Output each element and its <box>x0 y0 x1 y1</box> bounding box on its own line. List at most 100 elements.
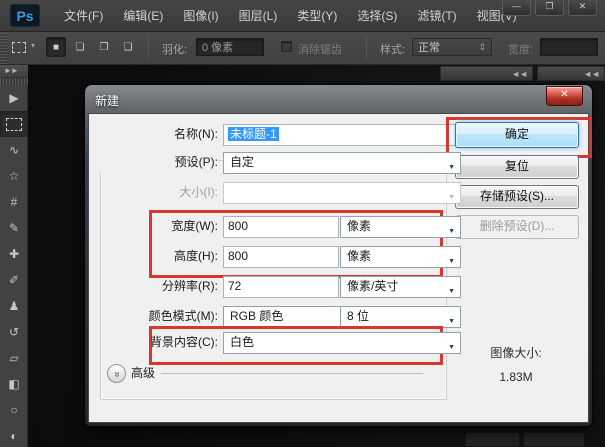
menu-image[interactable]: 图像(I) <box>173 1 228 30</box>
new-document-dialog: 新建 ✕ 名称(N): 未标题-1 确定 复位 存储预设(S)... 删除预设(… <box>85 85 592 426</box>
antialias-checkbox[interactable] <box>281 41 292 52</box>
tool-panel-collapse[interactable]: ►► <box>0 65 28 78</box>
background-dropdown[interactable]: 白色▼ <box>223 332 461 354</box>
bit-depth-dropdown[interactable]: 8 位▼ <box>340 306 461 328</box>
bottom-panel-fragment <box>465 432 520 447</box>
move-tool[interactable]: ▶ <box>0 85 28 111</box>
separator <box>366 36 367 58</box>
separator <box>148 36 149 58</box>
clone-stamp-tool[interactable]: ♟ <box>0 293 28 319</box>
style-value: 正常 <box>418 39 440 55</box>
selected-text: 未标题-1 <box>228 127 279 141</box>
eraser-tool[interactable]: ▱ <box>0 345 28 371</box>
resolution-unit-value: 像素/英寸 <box>347 279 398 293</box>
height-unit-dropdown[interactable]: 像素▼ <box>340 246 461 268</box>
size-dropdown: ▼ <box>223 182 461 204</box>
crop-tool[interactable]: # <box>0 189 28 215</box>
antialias-label: 消除锯齿 <box>298 41 342 57</box>
panel-dock-collapse-2[interactable]: ◄◄ <box>537 66 605 81</box>
chevron-down-icon: ▼ <box>448 223 455 241</box>
photoshop-logo: Ps <box>10 4 40 27</box>
chevron-down-icon: ▼ <box>448 339 455 357</box>
dialog-close-button[interactable]: ✕ <box>546 86 583 106</box>
marquee-tool-preview-icon[interactable] <box>12 42 26 53</box>
menu-layer[interactable]: 图层(L) <box>229 1 288 30</box>
width-input[interactable] <box>540 38 598 56</box>
close-button[interactable]: ✕ <box>568 0 597 16</box>
preset-label: 预设(P): <box>93 152 218 172</box>
gradient-tool[interactable]: ◧ <box>0 371 28 397</box>
width-unit-value: 像素 <box>347 219 371 233</box>
width-input[interactable]: 800 <box>223 216 339 238</box>
options-bar: ▾ ■ ❏ ❐ ❑ 羽化: 0 像素 消除锯齿 样式: 正常 ⇕ 宽度: <box>0 32 605 65</box>
panel-dock-collapse-1[interactable]: ◄◄ <box>440 66 533 81</box>
height-input[interactable]: 800 <box>223 246 339 268</box>
preset-value: 自定 <box>230 155 254 169</box>
advanced-label[interactable]: 高级 <box>131 364 155 382</box>
menu-filter[interactable]: 滤镜(T) <box>407 1 466 30</box>
menu-bar: Ps 文件(F) 编辑(E) 图像(I) 图层(L) 类型(Y) 选择(S) 滤… <box>0 0 605 32</box>
collapse-panel-icon: ◄◄ <box>583 69 599 79</box>
lasso-tool[interactable]: ∿ <box>0 137 28 163</box>
feather-input[interactable]: 0 像素 <box>196 38 264 56</box>
stepper-icon: ⇕ <box>478 42 486 53</box>
marquee-icon <box>6 118 22 131</box>
name-input[interactable]: 未标题-1 <box>223 124 460 146</box>
new-selection-mode-button[interactable]: ■ <box>46 37 66 57</box>
color-mode-label: 颜色模式(M): <box>93 306 218 326</box>
width-label: 宽度: <box>508 41 533 57</box>
image-size-label: 图像大小: <box>455 344 577 361</box>
resolution-input[interactable]: 72 <box>223 276 339 298</box>
dialog-title-bar[interactable]: 新建 <box>88 88 589 113</box>
reset-button[interactable]: 复位 <box>455 155 579 179</box>
advanced-expander-button[interactable]: » <box>107 364 126 383</box>
chevron-down-icon: ▼ <box>448 283 455 301</box>
intersect-selection-mode-button[interactable]: ❑ <box>118 37 138 57</box>
menu-file[interactable]: 文件(F) <box>54 1 113 30</box>
menu-select[interactable]: 选择(S) <box>347 1 407 30</box>
color-mode-value: RGB 颜色 <box>230 309 283 323</box>
eyedropper-tool[interactable]: ✎ <box>0 215 28 241</box>
menu-type[interactable]: 类型(Y) <box>287 1 347 30</box>
menu-edit[interactable]: 编辑(E) <box>113 1 173 30</box>
tool-panel-grip <box>0 78 28 85</box>
color-mode-dropdown[interactable]: RGB 颜色▼ <box>223 306 355 328</box>
delete-preset-button: 删除预设(D)... <box>455 215 579 239</box>
chevron-down-icon: ▼ <box>448 159 455 177</box>
chevron-down-icon: ▼ <box>448 313 455 331</box>
advanced-divider <box>161 373 423 374</box>
chevron-double-down-icon: » <box>109 372 125 377</box>
name-label: 名称(N): <box>93 124 218 144</box>
preset-dropdown[interactable]: 自定 ▼ <box>223 152 461 174</box>
options-bar-grip <box>0 33 7 64</box>
width-unit-dropdown[interactable]: 像素 ▼ <box>340 216 461 238</box>
history-brush-tool[interactable]: ↺ <box>0 319 28 345</box>
size-label: 大小(I): <box>93 182 218 202</box>
magic-wand-tool[interactable]: ☆ <box>0 163 28 189</box>
chevron-down-icon: ▼ <box>448 253 455 271</box>
dodge-tool[interactable]: ◐ <box>0 423 28 447</box>
rectangular-marquee-tool[interactable] <box>0 111 28 137</box>
bottom-panel-fragment <box>523 432 585 447</box>
ok-button[interactable]: 确定 <box>455 122 579 148</box>
style-label: 样式: <box>380 41 405 57</box>
subtract-selection-mode-button[interactable]: ❐ <box>94 37 114 57</box>
spot-healing-brush-tool[interactable]: ✚ <box>0 241 28 267</box>
minimize-button[interactable]: — <box>502 0 531 16</box>
maximize-button[interactable]: ❐ <box>535 0 564 16</box>
collapse-panel-icon: ◄◄ <box>511 69 527 79</box>
resolution-label: 分辨率(R): <box>93 276 218 296</box>
photoshop-window: Ps 文件(F) 编辑(E) 图像(I) 图层(L) 类型(Y) 选择(S) 滤… <box>0 0 605 447</box>
resolution-unit-dropdown[interactable]: 像素/英寸 ▼ <box>340 276 461 298</box>
blur-tool[interactable]: ○ <box>0 397 28 423</box>
tools: ▶ ∿ ☆ # ✎ ✚ ✐ ♟ ↺ ▱ ◧ ○ ◐ <box>0 85 28 447</box>
style-dropdown[interactable]: 正常 ⇕ <box>412 38 492 56</box>
tool-preset-dropdown-icon[interactable]: ▾ <box>31 41 35 50</box>
brush-tool[interactable]: ✐ <box>0 267 28 293</box>
add-selection-mode-button[interactable]: ❏ <box>70 37 90 57</box>
dialog-content: 名称(N): 未标题-1 确定 复位 存储预设(S)... 删除预设(D)...… <box>88 113 589 423</box>
feather-label: 羽化: <box>162 41 187 57</box>
background-label: 背景内容(C): <box>93 332 218 352</box>
dialog-title: 新建 <box>95 92 119 109</box>
save-preset-button[interactable]: 存储预设(S)... <box>455 185 579 209</box>
